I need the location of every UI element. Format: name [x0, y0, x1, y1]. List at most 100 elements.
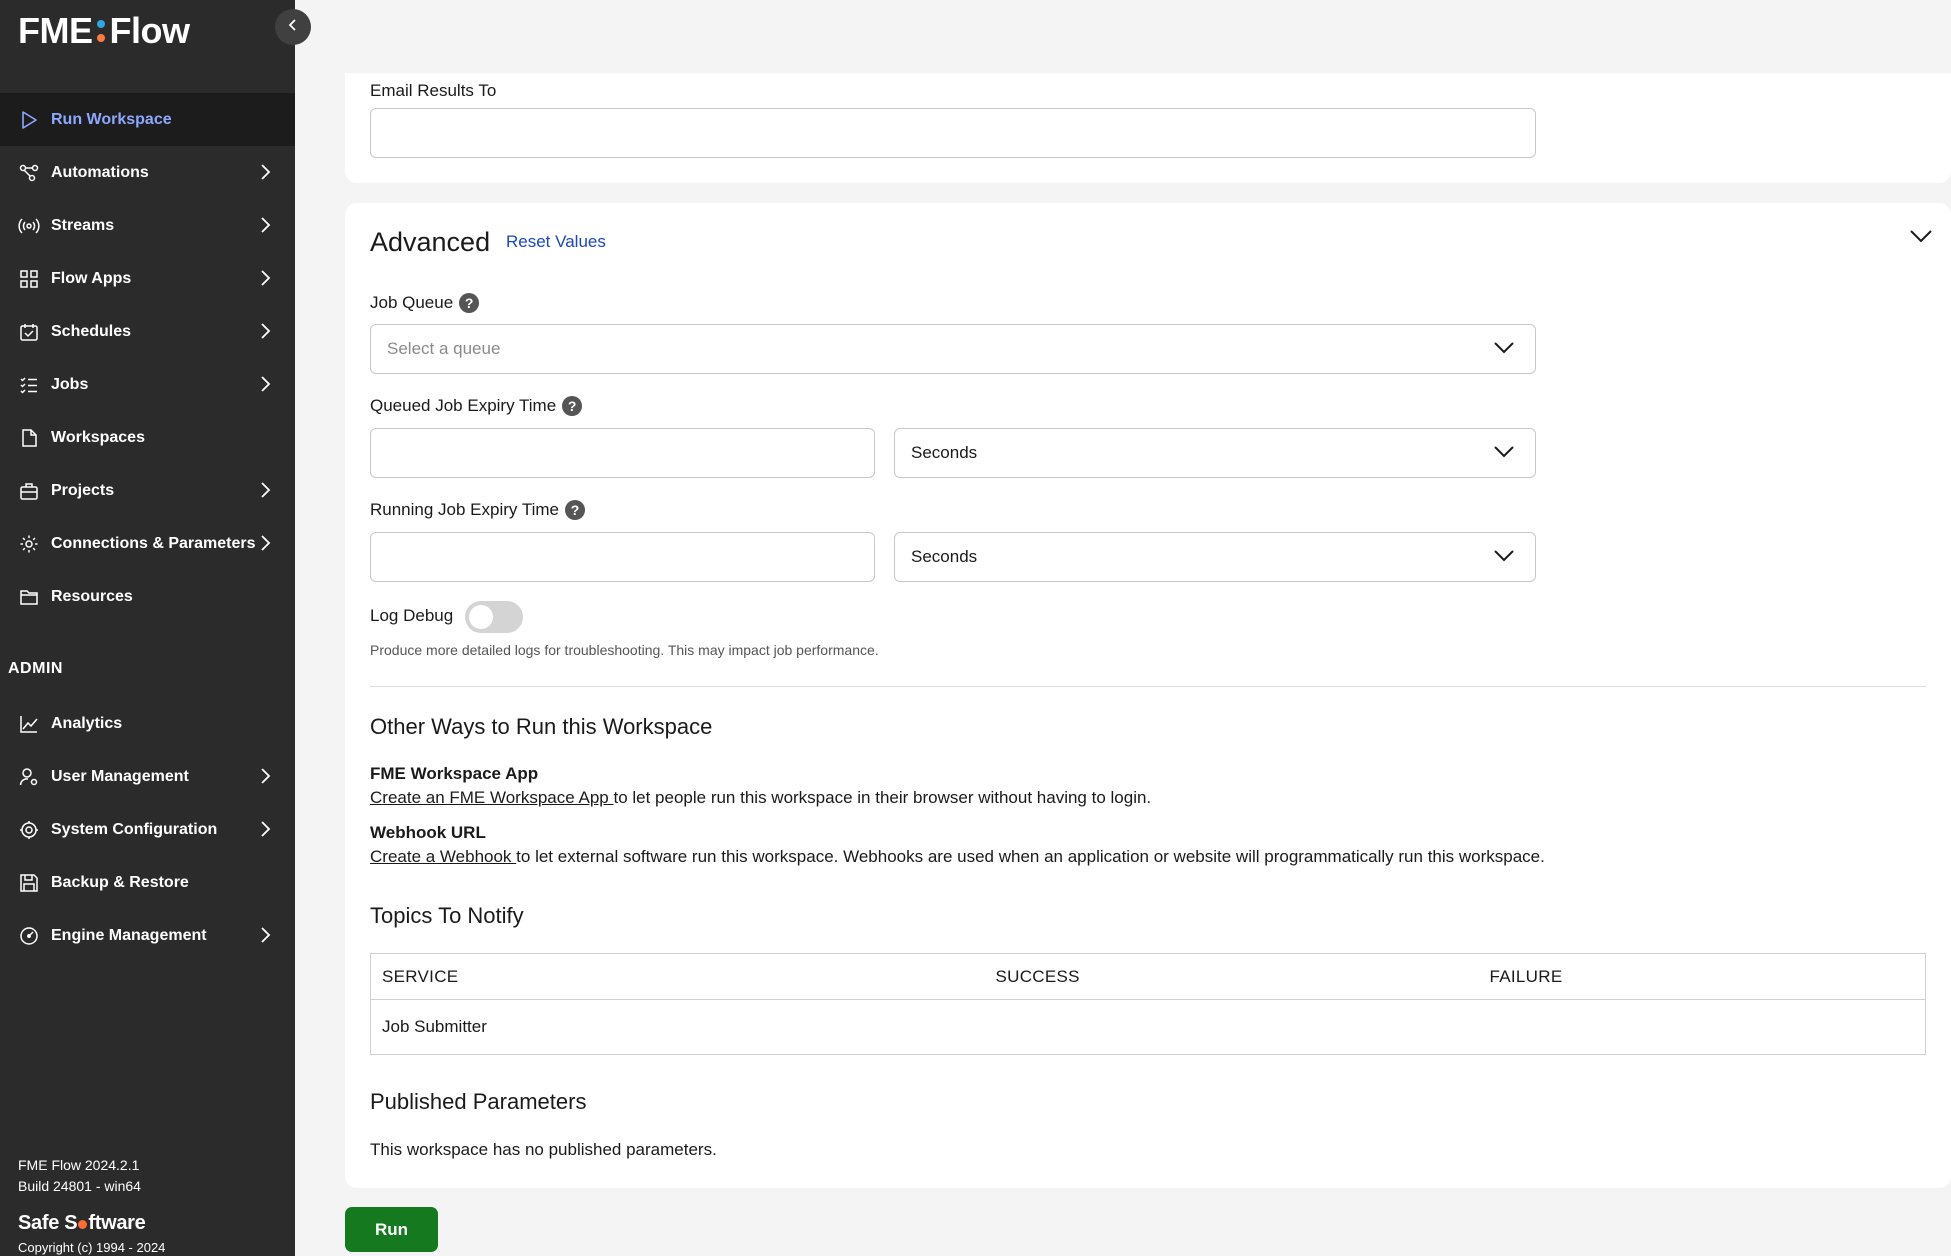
- chevron-right-icon: [259, 374, 271, 399]
- sidebar-item-automations[interactable]: Automations: [0, 146, 295, 199]
- help-icon[interactable]: ?: [564, 500, 585, 520]
- sidebar-item-label: Schedules: [51, 322, 132, 340]
- chevron-right-icon: [259, 268, 271, 293]
- sidebar-item-connections-parameters[interactable]: Connections & Parameters: [0, 517, 295, 570]
- sidebar-item-resources[interactable]: Resources: [0, 570, 295, 623]
- sidebar-item-label: Analytics: [51, 714, 123, 732]
- sidebar-item-schedules[interactable]: Schedules: [0, 305, 295, 358]
- create-webhook-link[interactable]: Create a Webhook: [370, 847, 516, 866]
- chevron-right-icon: [259, 162, 271, 187]
- gear-key-icon: [18, 533, 40, 555]
- reset-values-link[interactable]: Reset Values: [506, 232, 606, 252]
- sidebar-item-projects[interactable]: Projects: [0, 464, 295, 517]
- sidebar-item-run-workspace[interactable]: Run Workspace: [0, 93, 295, 146]
- sidebar-item-label: Connections & Parameters: [51, 534, 256, 552]
- safe-software-logo: Safe Sftware: [18, 1212, 146, 1234]
- log-debug-toggle[interactable]: [465, 601, 523, 633]
- gauge-icon: [18, 925, 40, 947]
- sidebar-item-label: Workspaces: [51, 428, 145, 446]
- brand-name: FME: [18, 10, 93, 51]
- sidebar-item-label: Engine Management: [51, 926, 207, 944]
- email-results-input[interactable]: [370, 108, 1536, 158]
- running-expiry-input[interactable]: [370, 532, 875, 582]
- queued-expiry-label: Queued Job Expiry Time ?: [370, 396, 583, 416]
- chevron-right-icon: [259, 321, 271, 346]
- collapse-advanced-button[interactable]: [1909, 228, 1933, 249]
- sidebar-item-label: Flow Apps: [51, 269, 132, 287]
- sidebar-item-label: User Management: [51, 767, 189, 785]
- sidebar-item-system-configuration[interactable]: System Configuration: [0, 803, 295, 856]
- play-icon: [18, 109, 40, 131]
- sidebar-item-label: Projects: [51, 481, 115, 499]
- sidebar: FME Flow Run Workspace Automations Strea…: [0, 0, 295, 1256]
- sidebar-item-label: System Configuration: [51, 820, 218, 838]
- table-header-row: SERVICE SUCCESS FAILURE: [370, 953, 1926, 1000]
- failure-cell[interactable]: [1479, 1000, 1926, 1055]
- queued-expiry-unit-value: Seconds: [911, 443, 978, 462]
- user-gear-icon: [18, 766, 40, 788]
- chart-line-icon: [18, 713, 40, 735]
- sidebar-item-engine-management[interactable]: Engine Management: [0, 909, 295, 962]
- automation-icon: [18, 162, 40, 184]
- job-queue-placeholder: Select a queue: [387, 339, 501, 358]
- sidebar-item-label: Streams: [51, 216, 115, 234]
- folder-icon: [18, 586, 40, 608]
- topics-table: SERVICE SUCCESS FAILURE Job Submitter: [370, 953, 1926, 1055]
- queued-expiry-input[interactable]: [370, 428, 875, 478]
- version-info: FME Flow 2024.2.1 Build 24801 - win64: [18, 1155, 141, 1197]
- success-cell[interactable]: [985, 1000, 1479, 1055]
- chevron-left-icon: [287, 17, 299, 38]
- sidebar-item-label: Backup & Restore: [51, 873, 189, 891]
- brand-product: Flow: [109, 10, 190, 51]
- job-queue-label: Job Queue ?: [370, 293, 480, 313]
- sidebar-item-label: Jobs: [51, 375, 89, 393]
- job-queue-select[interactable]: Select a queue: [370, 324, 1536, 374]
- logo-dots-icon: [96, 20, 105, 42]
- run-button[interactable]: Run: [345, 1207, 438, 1252]
- chevron-down-icon: [1493, 548, 1515, 569]
- advanced-card: Advanced Reset Values Job Queue ? Select…: [345, 203, 1951, 1188]
- sidebar-item-streams[interactable]: Streams: [0, 199, 295, 252]
- chevron-right-icon: [259, 480, 271, 505]
- sidebar-item-flow-apps[interactable]: Flow Apps: [0, 252, 295, 305]
- chevron-right-icon: [259, 819, 271, 844]
- published-parameters-title: Published Parameters: [370, 1089, 587, 1114]
- chevron-right-icon: [259, 215, 271, 240]
- log-debug-label: Log Debug: [370, 606, 454, 625]
- help-icon[interactable]: ?: [562, 396, 583, 416]
- sidebar-item-backup-restore[interactable]: Backup & Restore: [0, 856, 295, 909]
- topics-title: Topics To Notify: [370, 903, 524, 928]
- published-parameters-text: This workspace has no published paramete…: [370, 1140, 717, 1159]
- collapse-sidebar-button[interactable]: [275, 9, 311, 45]
- admin-nav: Analytics User Management System Configu…: [0, 697, 295, 962]
- stream-icon: [18, 215, 40, 237]
- workspace-app-description: Create an FME Workspace App to let peopl…: [370, 788, 1151, 808]
- webhook-text: to let external software run this worksp…: [516, 847, 1545, 866]
- sidebar-item-analytics[interactable]: Analytics: [0, 697, 295, 750]
- chevron-down-icon: [1493, 340, 1515, 361]
- sidebar-item-jobs[interactable]: Jobs: [0, 358, 295, 411]
- create-workspace-app-link[interactable]: Create an FME Workspace App: [370, 788, 613, 807]
- sidebar-item-workspaces[interactable]: Workspaces: [0, 411, 295, 464]
- sidebar-nav: Run Workspace Automations Streams Flow A…: [0, 93, 295, 623]
- queued-expiry-unit-select[interactable]: Seconds: [894, 428, 1536, 478]
- fme-flow-logo[interactable]: FME Flow: [18, 10, 190, 52]
- sidebar-item-label: Resources: [51, 587, 133, 605]
- column-header-failure: FAILURE: [1478, 953, 1926, 1000]
- chevron-right-icon: [259, 766, 271, 791]
- webhook-title: Webhook URL: [370, 823, 486, 842]
- section-divider: [370, 686, 1926, 687]
- apps-icon: [18, 268, 40, 290]
- email-results-card: Email Results To: [345, 73, 1951, 183]
- logo-dot-icon: [78, 1220, 88, 1229]
- chevron-down-icon: [1493, 444, 1515, 465]
- job-queue-label-text: Job Queue: [370, 293, 454, 312]
- help-icon[interactable]: ?: [459, 293, 480, 313]
- column-header-success: SUCCESS: [984, 953, 1479, 1000]
- admin-section-label: ADMIN: [8, 660, 63, 677]
- running-expiry-unit-select[interactable]: Seconds: [894, 532, 1536, 582]
- sidebar-item-user-management[interactable]: User Management: [0, 750, 295, 803]
- calendar-icon: [18, 321, 40, 343]
- file-icon: [18, 427, 40, 449]
- copyright-text: Copyright (c) 1994 - 2024: [18, 1240, 166, 1255]
